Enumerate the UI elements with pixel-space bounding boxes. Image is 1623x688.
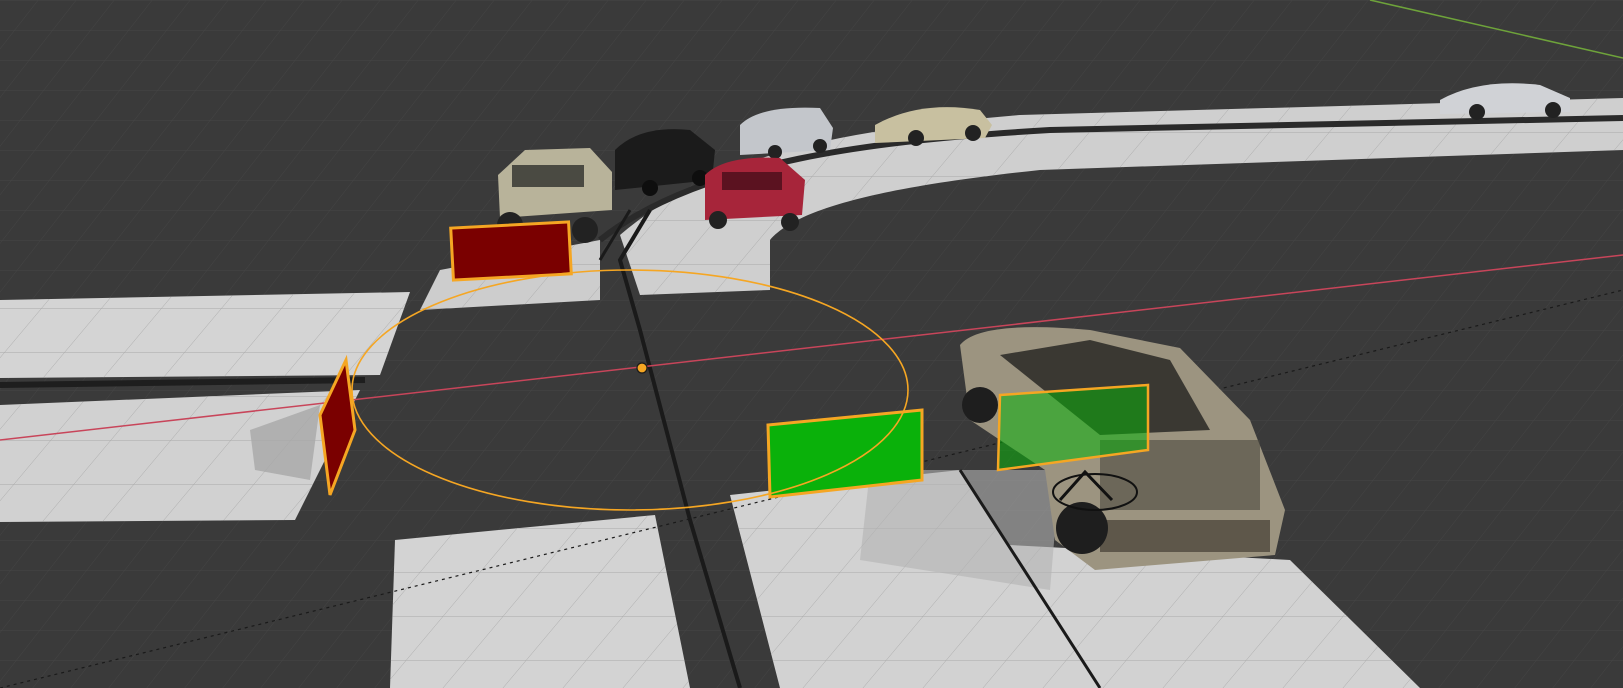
- 3d-viewport[interactable]: [0, 0, 1623, 688]
- object-origin-point[interactable]: [636, 362, 648, 374]
- signal-plane-green-center[interactable]: [766, 408, 924, 499]
- signal-plane-red-top[interactable]: [449, 220, 573, 282]
